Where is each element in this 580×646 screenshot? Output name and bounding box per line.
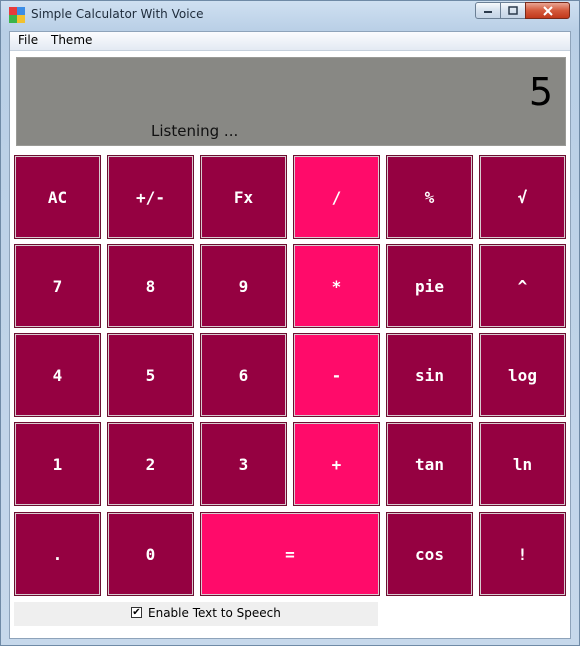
- calculator-display: 5 Listening ...: [16, 57, 566, 146]
- key-equals[interactable]: =: [200, 512, 380, 596]
- key-3[interactable]: 3: [200, 422, 287, 506]
- key-1[interactable]: 1: [14, 422, 101, 506]
- window-title: Simple Calculator With Voice: [31, 7, 204, 21]
- key-power[interactable]: ^: [479, 244, 566, 328]
- checkmark-icon: ✔: [132, 606, 141, 618]
- key-ac[interactable]: AC: [14, 155, 101, 239]
- minimize-icon: [484, 10, 492, 13]
- app-window: Simple Calculator With Voice File Theme …: [0, 0, 580, 646]
- speech-checkbox-label[interactable]: Enable Text to Speech: [148, 606, 281, 620]
- key-sin[interactable]: sin: [386, 333, 473, 417]
- key-sqrt[interactable]: √: [479, 155, 566, 239]
- close-icon: [542, 5, 553, 16]
- key-factorial[interactable]: !: [479, 512, 566, 596]
- key-2[interactable]: 2: [107, 422, 194, 506]
- title-bar[interactable]: Simple Calculator With Voice: [1, 1, 579, 29]
- maximize-button[interactable]: [500, 2, 526, 19]
- menu-bar: File Theme: [10, 32, 570, 51]
- key-6[interactable]: 6: [200, 333, 287, 417]
- key-fx[interactable]: Fx: [200, 155, 287, 239]
- key-add[interactable]: +: [293, 422, 380, 506]
- menu-file[interactable]: File: [14, 33, 42, 47]
- speech-option-bar: ✔ Enable Text to Speech: [14, 602, 378, 626]
- maximize-icon: [508, 6, 518, 15]
- key-4[interactable]: 4: [14, 333, 101, 417]
- voice-status: Listening ...: [151, 122, 239, 140]
- key-0[interactable]: 0: [107, 512, 194, 596]
- key-divide[interactable]: /: [293, 155, 380, 239]
- key-pie[interactable]: pie: [386, 244, 473, 328]
- menu-theme[interactable]: Theme: [47, 33, 96, 47]
- key-decimal[interactable]: .: [14, 512, 101, 596]
- key-ln[interactable]: ln: [479, 422, 566, 506]
- key-negate[interactable]: +/-: [107, 155, 194, 239]
- key-cos[interactable]: cos: [386, 512, 473, 596]
- key-tan[interactable]: tan: [386, 422, 473, 506]
- display-value: 5: [528, 70, 553, 114]
- calculator-app-icon: [9, 7, 25, 23]
- client-area: File Theme 5 Listening ... AC +/- Fx / %…: [9, 31, 571, 639]
- key-8[interactable]: 8: [107, 244, 194, 328]
- speech-checkbox[interactable]: ✔: [131, 607, 142, 618]
- key-7[interactable]: 7: [14, 244, 101, 328]
- close-button[interactable]: [525, 2, 570, 19]
- key-9[interactable]: 9: [200, 244, 287, 328]
- key-5[interactable]: 5: [107, 333, 194, 417]
- key-percent[interactable]: %: [386, 155, 473, 239]
- key-subtract[interactable]: -: [293, 333, 380, 417]
- key-log[interactable]: log: [479, 333, 566, 417]
- key-multiply[interactable]: *: [293, 244, 380, 328]
- minimize-button[interactable]: [475, 2, 501, 19]
